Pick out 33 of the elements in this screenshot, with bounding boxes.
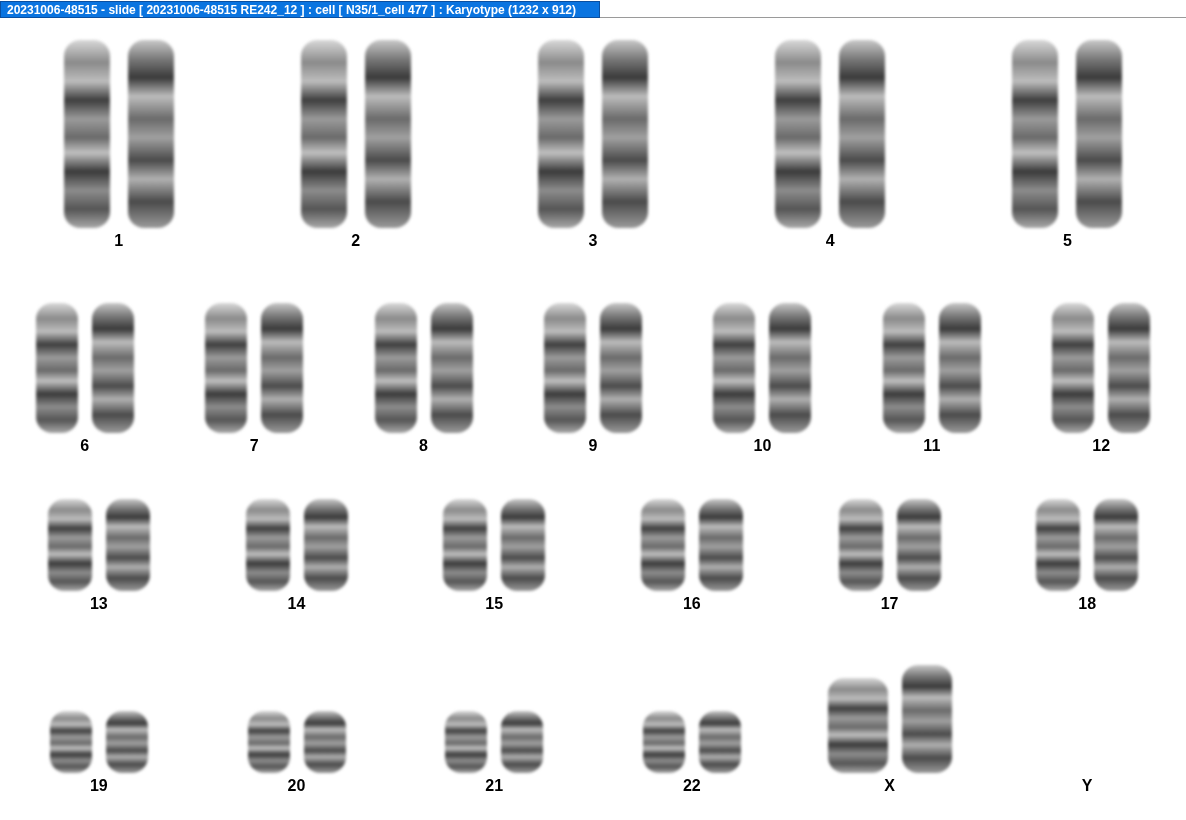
chromosome-number: 4 [825,232,835,250]
chromosome-number: 7 [249,437,259,455]
chromosome-number: 17 [880,595,899,613]
chromosome-number: 13 [89,595,108,613]
chromosome-number: 19 [89,777,108,795]
window-title-tab[interactable]: 20231006-48515 - slide [ 20231006-48515 RE242_12 ] : cell [ N35/1_cell 477 ] : Karyotype (1232 x 912) [0,1,600,18]
chromosome-number: X [884,777,895,795]
chromosome-number: 16 [682,595,701,613]
chromosome-drawing [105,711,148,773]
chromosome-number: 12 [1092,437,1111,455]
chromosome-drawing [642,711,685,773]
chromosome-number: 14 [287,595,306,613]
chromosome-number: 2 [351,232,361,250]
chromosome-drawing [445,711,488,773]
chromosome-number: 20 [287,777,306,795]
chromosome-drawing [698,711,741,773]
chromosome-number: 1 [114,232,124,250]
chromosome-drawing [49,711,92,773]
chromosome-drawing [303,711,346,773]
chromosome-number: 9 [588,437,598,455]
chromosome-number: 8 [419,437,428,455]
chromosome-number: 21 [485,777,504,795]
chromosome-number: 10 [753,437,772,455]
chromosome-drawing [501,711,544,773]
chromosome-drawing [247,711,290,773]
chromosome-number: Y [1081,777,1093,795]
chromosome-number: 18 [1078,595,1097,613]
chromosome-number: 3 [588,232,598,250]
chromosome-number: 15 [485,595,504,613]
chromosome-number: 6 [80,437,90,455]
chromosome-number: 5 [1062,232,1072,250]
chromosome-number: 22 [682,777,701,795]
chromosome-number: 11 [923,437,941,455]
